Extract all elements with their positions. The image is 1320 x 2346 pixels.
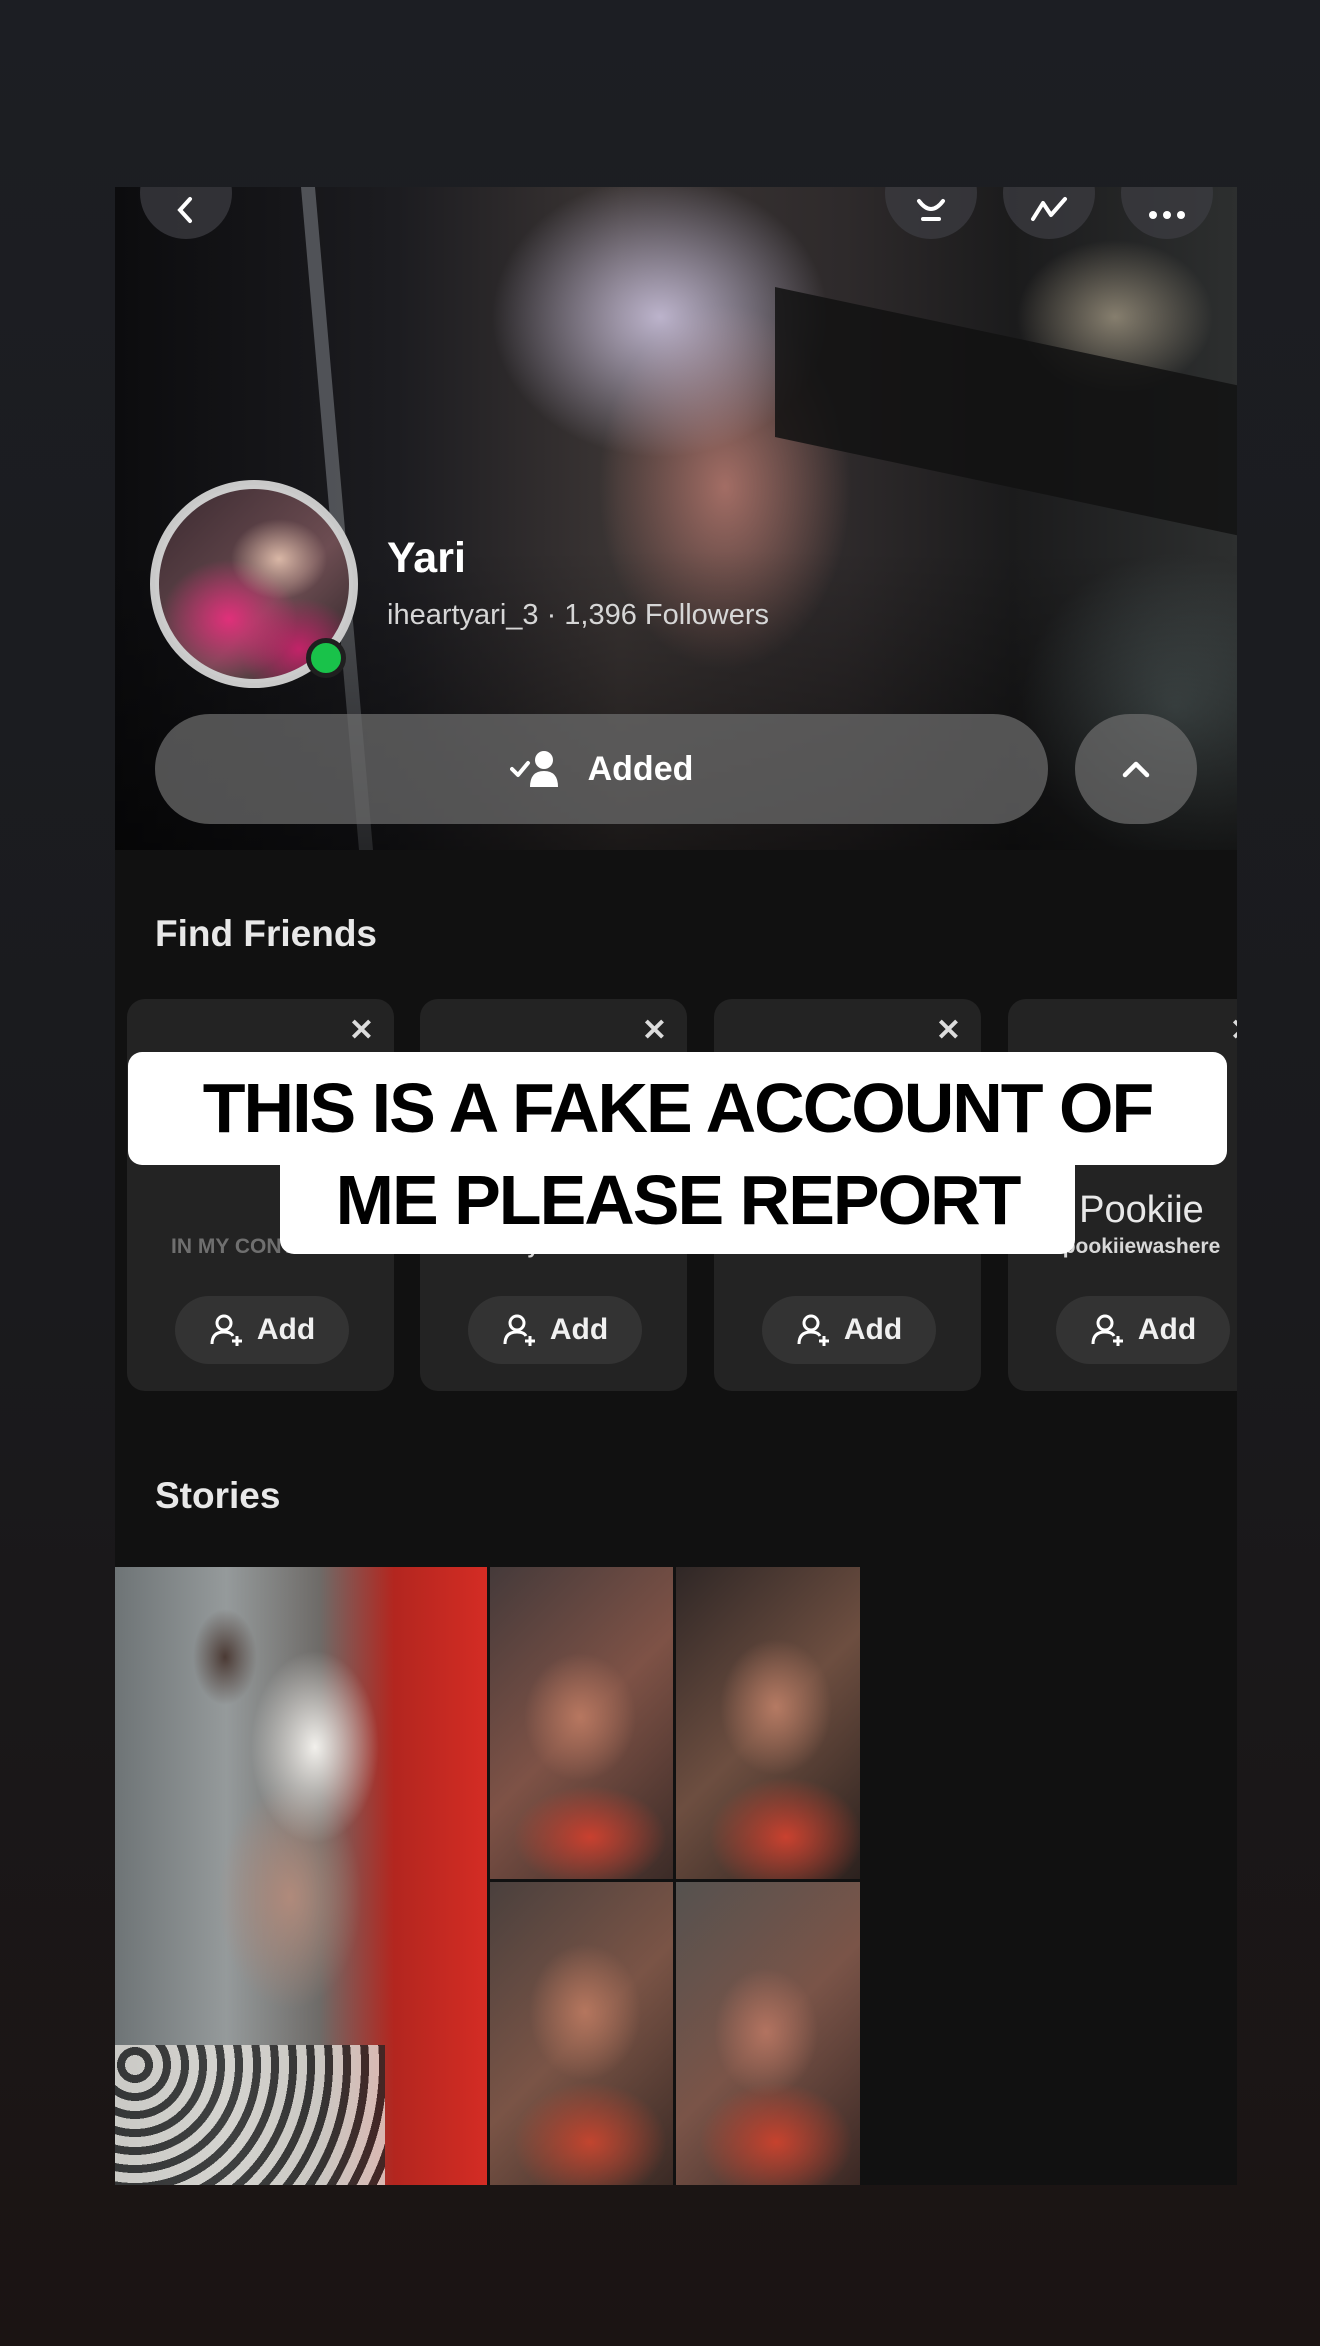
add-friend-icon (503, 1314, 535, 1346)
story-thumbnail[interactable] (115, 1567, 487, 2185)
header-photo-detail (775, 287, 1237, 537)
add-friend-icon (797, 1314, 829, 1346)
profile-username-followers: iheartyari_3 · 1,396 Followers (387, 599, 770, 631)
add-button-label: Add (549, 1313, 609, 1346)
close-icon[interactable]: ✕ (1230, 1013, 1237, 1048)
add-button-label: Add (256, 1313, 316, 1346)
story-image-detail (115, 2045, 385, 2185)
story-thumbnail[interactable] (490, 1567, 673, 1879)
stories-heading: Stories (155, 1475, 281, 1516)
find-friends-heading: Find Friends (155, 913, 377, 954)
close-icon[interactable]: ✕ (642, 1013, 667, 1048)
bell-icon (917, 199, 945, 221)
profile-display-name: Yari (387, 534, 466, 582)
close-icon[interactable]: ✕ (936, 1013, 961, 1048)
more-options-button[interactable] (1121, 187, 1213, 239)
stories-grid (115, 1567, 860, 2185)
chevron-up-icon (1122, 761, 1150, 778)
notification-button[interactable] (885, 187, 977, 239)
story-thumbnail[interactable] (676, 1882, 860, 2185)
back-icon (177, 197, 192, 223)
add-button-label: Add (843, 1313, 903, 1346)
share-icon (1031, 197, 1067, 221)
add-friend-icon (1091, 1314, 1123, 1346)
online-indicator (306, 638, 346, 678)
close-icon[interactable]: ✕ (349, 1013, 374, 1048)
add-friend-icon (210, 1314, 242, 1346)
added-friend-button[interactable]: Added (155, 714, 1048, 824)
story-thumbnail[interactable] (676, 1567, 860, 1879)
more-icon (1149, 211, 1185, 219)
share-button[interactable] (1003, 187, 1095, 239)
caption-line-2: ME PLEASE REPORT (280, 1147, 1075, 1254)
add-friend-button[interactable]: Add (468, 1296, 642, 1364)
story-thumbnail[interactable] (490, 1882, 673, 2185)
add-friend-button[interactable]: Add (1056, 1296, 1230, 1364)
add-button-label: Add (1137, 1313, 1197, 1346)
profile-header-photo: Yari iheartyari_3 · 1,396 Followers Adde… (115, 187, 1237, 850)
add-friend-button[interactable]: Add (762, 1296, 936, 1364)
back-button[interactable] (140, 187, 232, 239)
added-friend-icon (509, 751, 558, 787)
collapse-button[interactable] (1075, 714, 1197, 824)
add-friend-button[interactable]: Add (175, 1296, 349, 1364)
added-button-label: Added (587, 749, 694, 788)
